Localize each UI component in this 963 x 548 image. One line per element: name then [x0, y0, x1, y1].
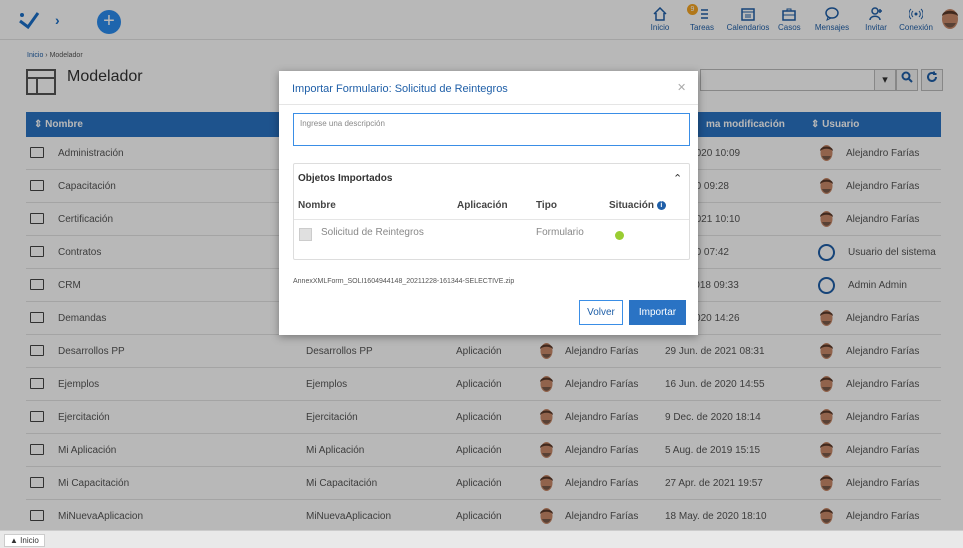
import-form-dialog: Importar Formulario: Solicitud de Reinte…: [279, 71, 698, 335]
divider: [294, 219, 689, 220]
item-type: Formulario: [536, 227, 584, 238]
item-name: Solicitud de Reintegros: [321, 227, 424, 238]
back-button[interactable]: Volver: [579, 300, 623, 325]
close-icon[interactable]: ✕: [677, 81, 686, 94]
status-indicator: [615, 231, 624, 240]
description-input[interactable]: Ingrese una descripción: [293, 113, 690, 146]
col-app-header: Aplicación: [457, 200, 508, 211]
file-name: AnnexXMLForm_SOLI1604944148_20211228-161…: [293, 278, 515, 285]
col-status-header: Situación i: [609, 200, 666, 211]
import-button[interactable]: Importar: [629, 300, 686, 325]
chevron-up-icon[interactable]: ⌃: [673, 172, 682, 185]
footer-bar: ▲ Inicio: [0, 530, 963, 548]
col-type-header: Tipo: [536, 200, 557, 211]
col-name-header: Nombre: [298, 200, 336, 211]
panel-title: Objetos Importados: [298, 173, 393, 184]
divider: [279, 104, 698, 105]
info-icon[interactable]: i: [656, 201, 666, 210]
imported-objects-panel: Objetos Importados ⌃ Nombre Aplicación T…: [293, 163, 690, 260]
dialog-title: Importar Formulario: Solicitud de Reinte…: [292, 83, 508, 95]
footer-tab-inicio[interactable]: ▲ Inicio: [4, 534, 45, 547]
item-checkbox[interactable]: [299, 228, 312, 241]
